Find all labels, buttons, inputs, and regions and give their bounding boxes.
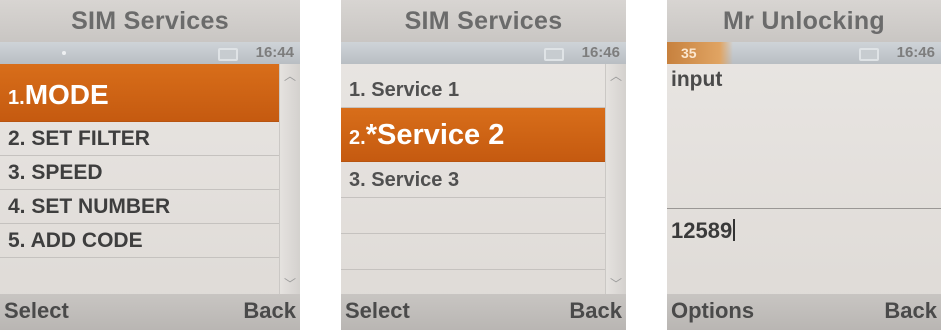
title-bar: SIM Services <box>341 0 626 42</box>
menu-list: 1.MODE 2. SET FILTER 3. SPEED 4. SET NUM… <box>0 64 280 294</box>
options-softkey[interactable]: Options <box>671 298 754 324</box>
title-bar: Mr Unlocking <box>667 0 941 42</box>
scroll-up-icon[interactable]: ︿ <box>610 70 622 82</box>
menu-item-speed[interactable]: 3. SPEED <box>0 156 280 190</box>
menu-list: 1. Service 1 2.*Service 2 3. Service 3 <box>341 64 606 294</box>
title-bar: SIM Services <box>0 0 300 42</box>
softkey-bar: Options Back <box>667 294 941 330</box>
menu-item-service-2[interactable]: 2.*Service 2 <box>341 108 606 162</box>
scroll-down-icon[interactable]: ﹀ <box>610 278 622 290</box>
menu-item-service-1[interactable]: 1. Service 1 <box>341 72 606 108</box>
softkey-bar: Select Back <box>0 294 300 330</box>
back-softkey[interactable]: Back <box>243 298 296 324</box>
menu-item-empty <box>341 198 606 234</box>
select-softkey[interactable]: Select <box>4 298 69 324</box>
menu-item-set-filter[interactable]: 2. SET FILTER <box>0 122 280 156</box>
mr-unlocking-screen: Mr Unlocking 35 16:46 input 12589 Option… <box>667 0 941 330</box>
menu-item-mode[interactable]: 1.MODE <box>0 64 280 122</box>
scrollbar[interactable]: ︿ ﹀ <box>605 64 626 294</box>
status-counter: 35 <box>667 42 733 64</box>
status-bar: 16:46 <box>341 42 626 64</box>
scroll-up-icon[interactable]: ︿ <box>284 70 296 82</box>
battery-icon <box>859 48 879 61</box>
back-softkey[interactable]: Back <box>569 298 622 324</box>
text-caret <box>733 219 736 241</box>
clock: 16:46 <box>581 44 620 61</box>
battery-icon <box>218 48 238 61</box>
scroll-down-icon[interactable]: ﹀ <box>284 278 296 290</box>
menu-item-service-3[interactable]: 3. Service 3 <box>341 162 606 198</box>
menu-item-add-code[interactable]: 5. ADD CODE <box>0 224 280 258</box>
clock: 16:44 <box>255 44 294 61</box>
back-softkey[interactable]: Back <box>884 298 937 324</box>
status-bar: 16:44 <box>0 42 300 64</box>
sim-services-screen-1: SIM Services 16:44 1.MODE 2. SET FILTER … <box>0 0 300 330</box>
code-input-field[interactable]: 12589 <box>671 218 736 244</box>
signal-icon <box>62 51 66 55</box>
battery-icon <box>544 48 564 61</box>
clock: 16:46 <box>896 44 935 61</box>
menu-item-empty <box>341 234 606 270</box>
scrollbar[interactable]: ︿ ﹀ <box>279 64 300 294</box>
select-softkey[interactable]: Select <box>345 298 410 324</box>
status-bar: 35 16:46 <box>667 42 941 64</box>
menu-item-set-number[interactable]: 4. SET NUMBER <box>0 190 280 224</box>
input-label: input <box>671 68 723 91</box>
softkey-bar: Select Back <box>341 294 626 330</box>
sim-services-screen-2: SIM Services 16:46 1. Service 1 2.*Servi… <box>341 0 626 330</box>
